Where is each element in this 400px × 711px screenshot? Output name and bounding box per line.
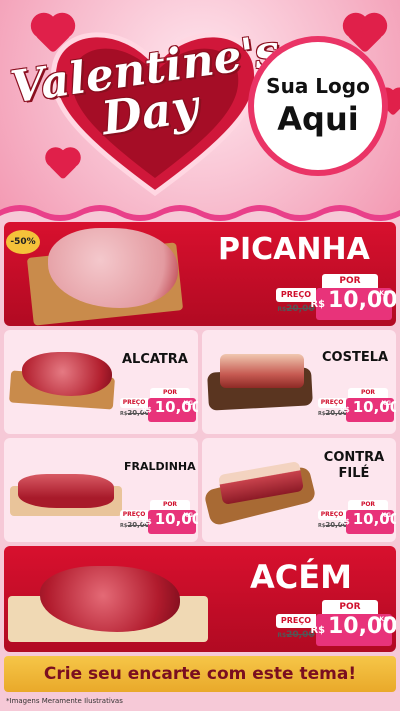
product-name: PICANHA (218, 232, 370, 267)
price-por-label: POR (348, 500, 388, 510)
new-price: R$ 10,00 KG (142, 510, 198, 534)
product-card-acem[interactable]: ACÉM POR PREÇO R$20,00 R$ 10,00 KG (4, 546, 396, 652)
new-price-currency: R$ (310, 299, 325, 310)
old-price-currency: R$ (277, 632, 287, 639)
product-name-line1: CONTRA (323, 450, 385, 465)
price-unit: KG (381, 400, 391, 407)
price-tag: POR PREÇO R$20,00 R$ 10,00 KG (318, 388, 396, 422)
cta-banner[interactable]: Crie seu encarte com este tema! (4, 656, 396, 692)
discount-badge: -50% (6, 230, 40, 254)
price-por-label: POR (322, 600, 378, 614)
valentines-title: Valentine's Day (8, 25, 283, 145)
product-name: COSTELA (322, 350, 389, 365)
meat-image (18, 474, 114, 508)
price-por-label: POR (150, 388, 190, 398)
price-unit: KG (381, 512, 391, 519)
old-price-currency: R$ (277, 306, 287, 313)
product-name: FRALDINHA (124, 460, 196, 473)
new-price-currency: R$ (310, 625, 325, 636)
new-price: R$ 10,00 KG (340, 510, 396, 534)
product-name: ACÉM (250, 558, 352, 596)
cta-text: Crie seu encarte com este tema! (43, 664, 357, 684)
price-tag: POR PREÇO R$20,00 R$ 10,00 KG (120, 500, 198, 534)
product-card-picanha[interactable]: PICANHA POR PREÇO R$20,00 R$ 10,00 KG (4, 222, 396, 326)
new-price-currency: R$ (141, 406, 152, 414)
new-price-currency: R$ (141, 518, 152, 526)
product-name: CONTRA FILÉ (322, 450, 386, 482)
disclaimer-note: *Imagens Meramente Ilustrativas (6, 697, 123, 705)
product-card-alcatra[interactable]: ALCATRA POR PREÇO R$20,00 R$ 10,00 KG (4, 330, 198, 434)
new-price: R$ 10,00 KG (310, 288, 396, 320)
product-name-line2: FILÉ (338, 466, 370, 481)
price-por-label: POR (348, 388, 388, 398)
product-name: ALCATRA (122, 352, 188, 367)
logo-line2: Aqui (277, 100, 359, 138)
price-unit: KG (379, 290, 389, 297)
price-tag: POR PREÇO R$20,00 R$ 10,00 KG (276, 600, 396, 646)
product-card-fraldinha[interactable]: FRALDINHA POR PREÇO R$20,00 R$ 10,00 KG (4, 438, 198, 542)
price-tag: POR PREÇO R$20,00 R$ 10,00 KG (318, 500, 396, 534)
new-price-currency: R$ (339, 518, 350, 526)
new-price: R$ 10,00 KG (310, 614, 396, 646)
product-card-costela[interactable]: COSTELA POR PREÇO R$20,00 R$ 10,00 KG (202, 330, 396, 434)
price-unit: KG (379, 616, 389, 623)
price-unit: KG (183, 512, 193, 519)
product-card-contra-file[interactable]: CONTRA FILÉ POR PREÇO R$20,00 R$ 10,00 KG (202, 438, 396, 542)
meat-image (220, 354, 304, 388)
price-tag: POR PREÇO R$20,00 R$ 10,00 KG (120, 388, 198, 422)
price-unit: KG (183, 400, 193, 407)
logo-line1: Sua Logo (266, 74, 370, 98)
price-por-label: POR (322, 274, 378, 288)
new-price: R$ 10,00 KG (340, 398, 396, 422)
new-price-currency: R$ (339, 406, 350, 414)
price-tag: POR PREÇO R$20,00 R$ 10,00 KG (276, 274, 396, 320)
hero-banner: Valentine's Day Sua Logo Aqui (0, 0, 400, 215)
logo-placeholder: Sua Logo Aqui (248, 36, 388, 176)
price-por-label: POR (150, 500, 190, 510)
new-price: R$ 10,00 KG (142, 398, 198, 422)
